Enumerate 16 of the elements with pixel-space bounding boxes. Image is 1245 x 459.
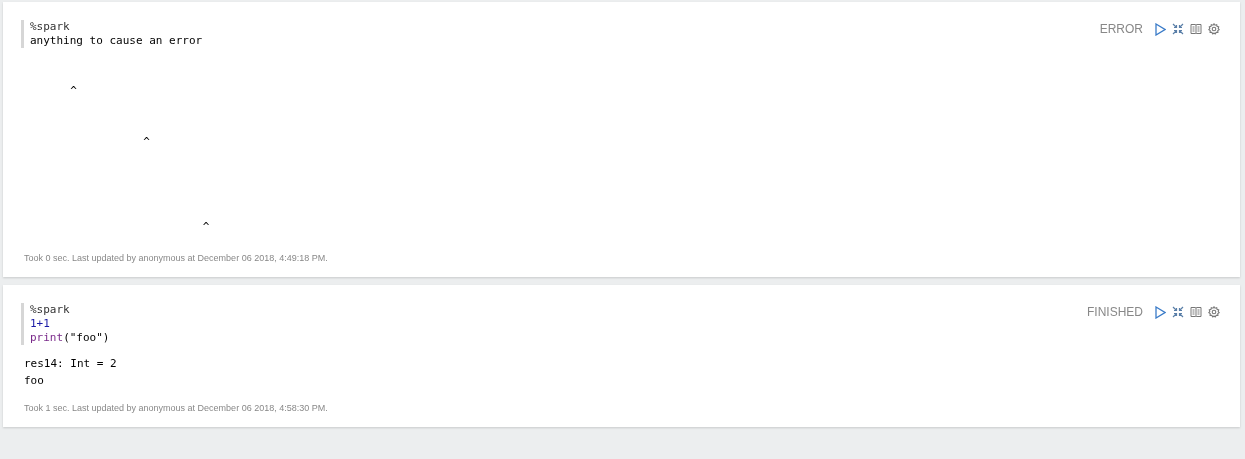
book-icon[interactable] <box>1190 306 1202 318</box>
code-editor[interactable]: %spark 1+1 print("foo") <box>21 303 110 345</box>
footer-text: Took 1 sec. Last updated by anonymous at December 06 2018, 4:58:30 PM. <box>24 403 328 413</box>
book-icon[interactable] <box>1190 23 1202 35</box>
settings-icon[interactable] <box>1208 306 1220 318</box>
collapse-icon[interactable] <box>1172 23 1184 35</box>
code-editor[interactable]: %spark anything to cause an error <box>21 20 203 48</box>
run-icon[interactable] <box>1155 305 1166 319</box>
run-icon[interactable] <box>1155 22 1166 36</box>
footer-text: Took 0 sec. Last updated by anonymous at December 06 2018, 4:49:18 PM. <box>24 253 328 263</box>
status-label: ERROR <box>1099 22 1143 36</box>
collapse-icon[interactable] <box>1172 306 1184 318</box>
settings-icon[interactable] <box>1208 23 1220 35</box>
status-label: FINISHED <box>1087 305 1143 319</box>
output-text: ^ ^ ^ <box>69 83 210 235</box>
output-text: res14: Int = 2 foo <box>24 356 117 389</box>
